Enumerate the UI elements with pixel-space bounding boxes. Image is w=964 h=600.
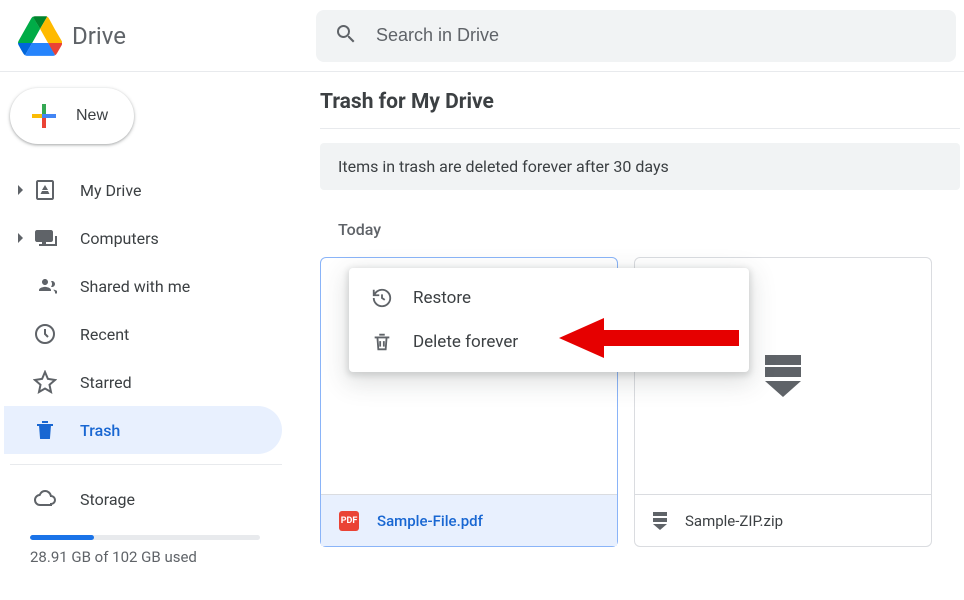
menu-label: Restore — [413, 288, 471, 308]
nav-divider — [10, 464, 282, 465]
sidebar-item-computers[interactable]: Computers — [4, 214, 282, 262]
menu-label: Delete forever — [413, 332, 518, 352]
sidebar-item-shared[interactable]: Shared with me — [4, 262, 282, 310]
logo-section[interactable]: Drive — [18, 14, 316, 58]
file-grid: PDF Sample-File.pdf Restore Dele — [320, 257, 964, 547]
file-name: Sample-ZIP.zip — [685, 512, 783, 530]
search-bar[interactable] — [316, 10, 956, 62]
menu-item-restore[interactable]: Restore — [349, 276, 749, 320]
sidebar-item-label: Storage — [80, 490, 135, 509]
expand-icon — [12, 233, 28, 243]
zip-preview-icon — [765, 355, 801, 397]
shared-icon — [32, 273, 58, 299]
search-icon — [334, 22, 358, 50]
drive-logo-icon — [18, 14, 62, 58]
menu-item-delete-forever[interactable]: Delete forever — [349, 320, 749, 364]
sidebar-item-starred[interactable]: Starred — [4, 358, 282, 406]
sidebar-item-label: My Drive — [80, 181, 141, 200]
file-footer: Sample-ZIP.zip — [635, 494, 931, 546]
pdf-icon: PDF — [339, 511, 359, 531]
page-title: Trash for My Drive — [320, 90, 960, 129]
sidebar-item-recent[interactable]: Recent — [4, 310, 282, 358]
app-title: Drive — [72, 22, 126, 50]
recent-icon — [32, 321, 58, 347]
storage-bar — [30, 535, 260, 540]
sidebar: New My Drive Computers Shar — [0, 72, 298, 600]
context-menu: Restore Delete forever — [349, 268, 749, 372]
section-label: Today — [338, 220, 964, 239]
drive-icon — [32, 177, 58, 203]
sidebar-item-label: Recent — [80, 325, 129, 344]
sidebar-item-label: Shared with me — [80, 277, 190, 296]
file-card[interactable]: PDF Sample-File.pdf Restore Dele — [320, 257, 618, 547]
delete-forever-icon — [371, 331, 393, 353]
main-content: Trash for My Drive Items in trash are de… — [298, 72, 964, 600]
file-footer: PDF Sample-File.pdf — [321, 494, 617, 546]
sidebar-item-my-drive[interactable]: My Drive — [4, 166, 282, 214]
sidebar-item-trash[interactable]: Trash — [4, 406, 282, 454]
trash-icon — [32, 417, 58, 443]
info-banner: Items in trash are deleted forever after… — [320, 143, 960, 190]
sidebar-item-label: Starred — [80, 373, 132, 392]
sidebar-item-label: Computers — [80, 229, 159, 248]
storage-text: 28.91 GB of 102 GB used — [30, 548, 282, 566]
star-icon — [32, 369, 58, 395]
restore-icon — [371, 287, 393, 309]
computers-icon — [32, 225, 58, 251]
new-button-label: New — [76, 107, 108, 125]
zip-icon — [653, 512, 667, 530]
sidebar-item-storage[interactable]: Storage — [4, 475, 282, 523]
header: Drive — [0, 0, 964, 72]
plus-icon — [26, 98, 62, 134]
file-name: Sample-File.pdf — [377, 512, 483, 530]
expand-icon — [12, 185, 28, 195]
search-input[interactable] — [376, 25, 938, 46]
sidebar-item-label: Trash — [80, 421, 120, 440]
new-button[interactable]: New — [10, 88, 134, 144]
cloud-icon — [32, 486, 58, 512]
